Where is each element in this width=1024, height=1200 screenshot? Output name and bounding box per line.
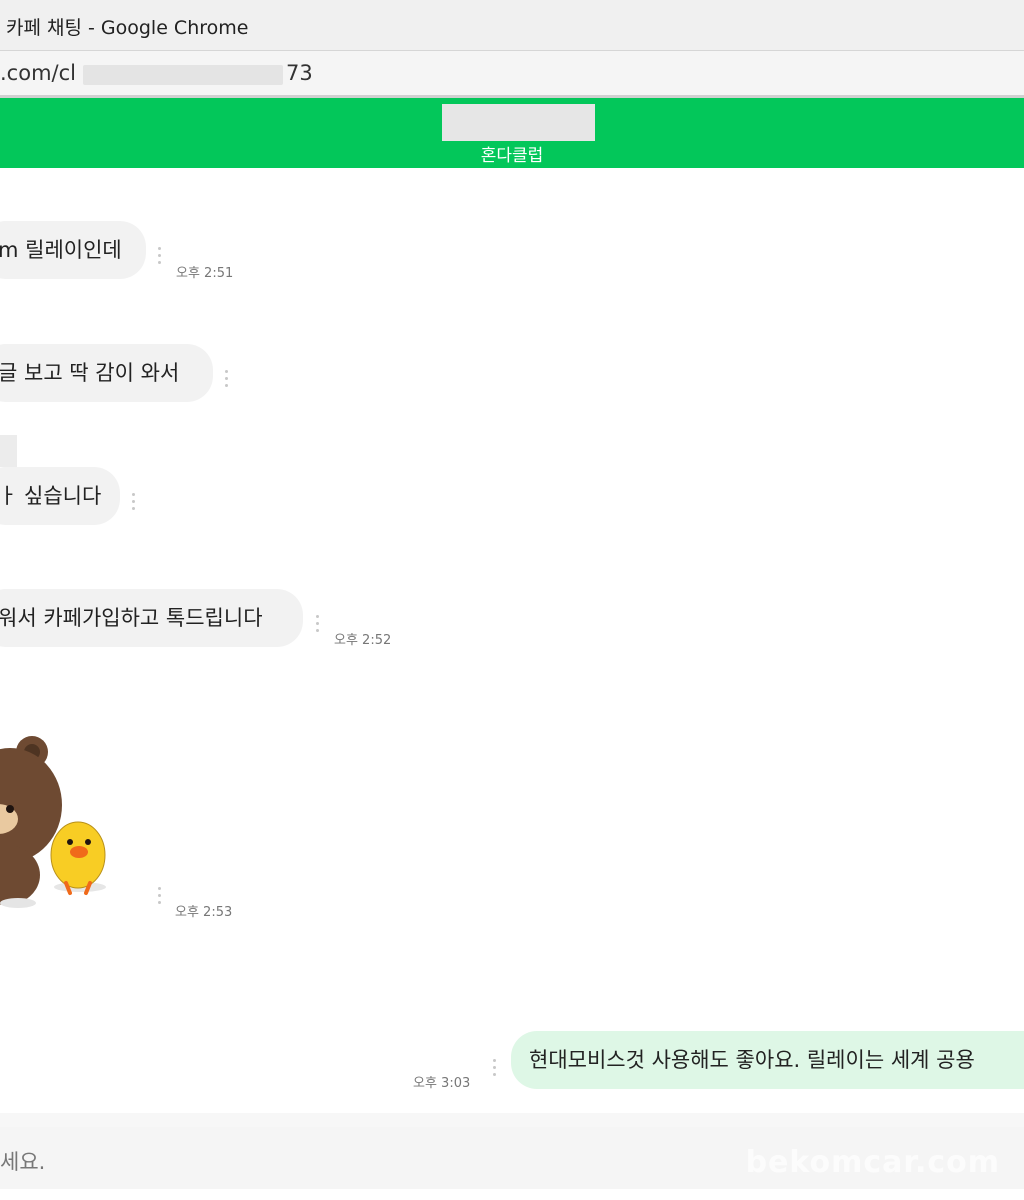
window-bottom-edge [0, 1189, 1024, 1200]
url-redacted [83, 65, 283, 85]
message-more-icon[interactable] [158, 887, 162, 908]
bear-and-chick-sticker[interactable] [0, 725, 120, 910]
address-bar[interactable]: .com/cl 73 [0, 51, 1024, 98]
message-time: 오후 2:52 [334, 633, 392, 648]
url-text-start[interactable]: .com/cl [0, 61, 76, 85]
cafe-name: 혼다클럽 [480, 146, 544, 166]
message-more-icon[interactable] [132, 493, 136, 514]
watermark: bekomcar.com [745, 1145, 1000, 1180]
chat-room-name-redacted [442, 104, 595, 141]
message-time: 오후 2:53 [175, 905, 233, 920]
message-bubble[interactable]: 글 보고 딱 감이 와서 [0, 344, 213, 402]
my-message-bubble[interactable]: 현대모비스것 사용해도 좋아요. 릴레이는 세계 공용 [511, 1031, 1024, 1089]
message-time: 오후 2:51 [176, 266, 234, 281]
message-partial-block [0, 435, 17, 467]
message-bubble[interactable]: ㅏ 싶습니다 [0, 467, 120, 525]
message-bubble[interactable]: m 릴레이인데 [0, 221, 146, 279]
message-more-icon[interactable] [316, 615, 320, 636]
message-more-icon[interactable] [225, 370, 229, 391]
input-divider [0, 1113, 1024, 1127]
window-titlebar: 카페 채팅 - Google Chrome [0, 0, 1024, 51]
chat-header: 혼다클럽 [0, 98, 1024, 168]
message-bubble[interactable]: 워서 카페가입하고 톡드립니다 [0, 589, 303, 647]
message-input-placeholder: 세요. [0, 1150, 46, 1174]
message-more-icon[interactable] [158, 247, 162, 268]
window-title: 카페 채팅 - Google Chrome [6, 17, 249, 39]
message-more-icon[interactable] [493, 1059, 497, 1080]
message-time: 오후 3:03 [413, 1076, 471, 1091]
url-text-end[interactable]: 73 [286, 61, 313, 85]
